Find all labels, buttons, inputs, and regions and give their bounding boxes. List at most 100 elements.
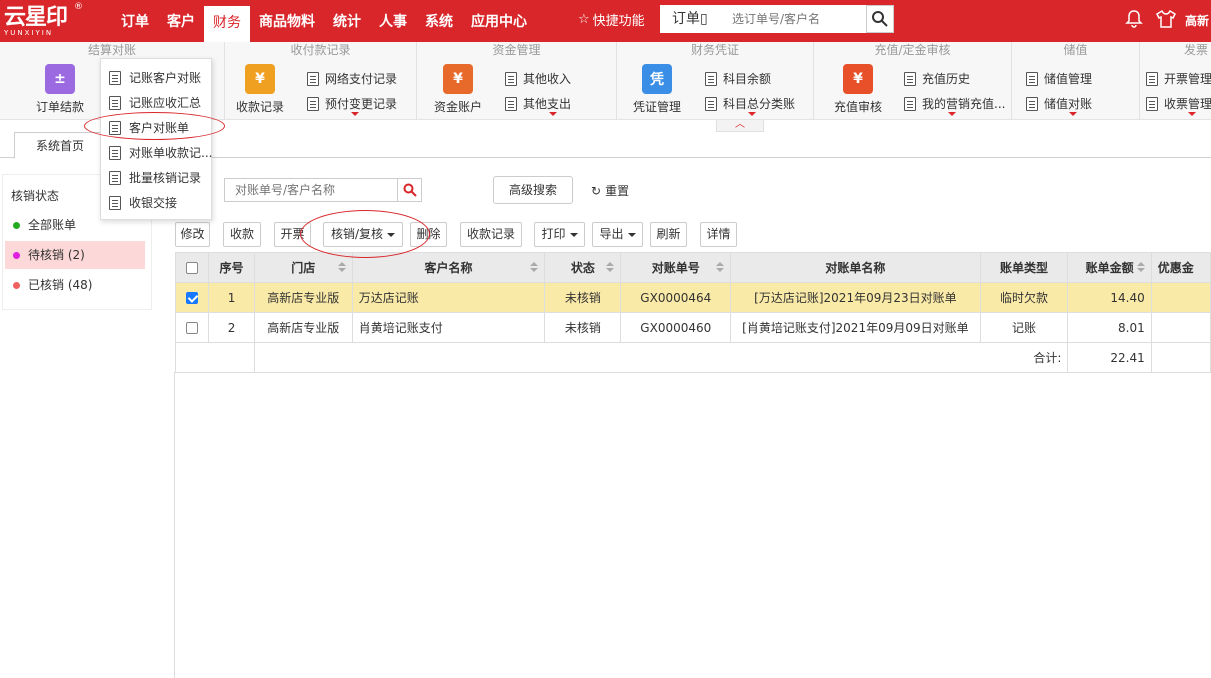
menu-item-cashier-handover[interactable]: 收银交接 [109,194,177,211]
bill-search-input[interactable] [224,178,398,202]
bill-search-button[interactable] [397,178,422,202]
reset-button[interactable]: ↻ 重置 [591,182,629,199]
calculator-icon: ± [45,64,75,94]
stored-value-reconcile-button[interactable]: 储值对账 [1026,95,1092,112]
menu-item-account-reconcile[interactable]: 记账客户对账 [109,69,201,86]
chevron-down-icon[interactable] [549,112,557,116]
select-all-checkbox[interactable] [186,262,199,274]
chevron-down-icon[interactable] [948,112,956,116]
print-label: 打印 [541,227,566,241]
menu-products[interactable]: 商品物料 [250,0,324,42]
edit-button[interactable]: 修改 [175,222,210,247]
sort-icon[interactable] [530,262,539,272]
bell-icon[interactable] [1125,9,1143,29]
my-marketing-recharge-button[interactable]: 我的营销充值... [904,95,1005,112]
refresh-button[interactable]: 刷新 [650,222,687,247]
recharge-history-button[interactable]: 充值历史 [904,70,970,87]
voucher-mgmt-button[interactable]: 凭 凭证管理 [627,64,687,115]
print-dropdown[interactable]: 打印 [534,222,585,247]
sort-icon[interactable] [606,262,615,272]
logo: 云星印 YUNXIYIN ® [0,0,100,42]
status-dot-icon [13,281,20,289]
col-header-amount[interactable]: 账单金额 [1067,252,1152,283]
receipt-mgmt-button[interactable]: 收票管理 [1146,95,1211,112]
menu-orders[interactable]: 订单 [112,0,158,42]
row-checkbox[interactable] [186,292,199,304]
group-title: 财务凭证 [690,43,739,57]
menu-finance[interactable]: 财务 [204,6,250,42]
table-header-row: 序号 门店 客户名称 状态 对账单号 对账单名称 账单类型 账单金额 优惠金 [174,252,1211,283]
col-header-bill-name: 对账单名称 [730,252,981,283]
menu-item-receivable-summary[interactable]: 记账应收汇总 [109,94,201,111]
cell-customer: 肖黄培记账支付 [351,312,546,343]
menu-hr[interactable]: 人事 [370,0,416,42]
menu-item-label: 对账单收款记... [129,146,213,160]
chevron-down-icon[interactable] [1069,112,1077,116]
order-settle-button[interactable]: ± 订单结款 [30,64,90,115]
other-income-label: 其他收入 [523,72,572,86]
quick-functions-button[interactable]: ☆ 快捷功能 [578,10,645,29]
document-icon [109,95,121,110]
sort-icon[interactable] [716,262,725,272]
stored-value-mgmt-button[interactable]: 储值管理 [1026,70,1092,87]
collect-button[interactable]: 收款 [223,222,261,247]
col-header-bill-no[interactable]: 对账单号 [620,252,732,283]
other-expense-button[interactable]: 其他支出 [505,95,571,112]
money-person-icon: ¥ [843,64,873,94]
menu-system[interactable]: 系统 [416,0,462,42]
status-dot-icon [13,251,20,259]
other-income-button[interactable]: 其他收入 [505,70,571,87]
other-expense-label: 其他支出 [523,97,572,111]
export-dropdown[interactable]: 导出 [592,222,643,247]
chevron-down-icon[interactable] [1188,112,1196,116]
net-pay-record-button[interactable]: 网络支付记录 [307,70,397,87]
cell-bill-no: GX0000464 [620,282,732,313]
document-icon [307,96,319,111]
subject-ledger-button[interactable]: 科目总分类账 [705,95,795,112]
col-header-label: 客户名称 [424,261,473,275]
recharge-review-button[interactable]: ¥ 充值审核 [828,64,888,115]
receipt-history-button[interactable]: 收款记录 [460,222,522,247]
col-header-status[interactable]: 状态 [544,252,622,283]
details-button[interactable]: 详情 [700,222,737,247]
stored-value-mgmt-label: 储值管理 [1044,72,1093,86]
shirt-icon[interactable] [1155,9,1177,29]
chevron-down-icon[interactable] [748,112,756,116]
quick-search-button[interactable] [866,5,894,33]
invoice-mgmt-button[interactable]: 开票管理 [1146,70,1211,87]
quick-search-input[interactable] [724,5,866,33]
row-checkbox[interactable] [186,322,199,334]
reset-label: 重置 [605,184,630,198]
ribbon-collapse-button[interactable]: ︿ [716,120,764,132]
total-spacer [174,342,209,373]
sort-icon[interactable] [1136,262,1145,272]
export-label: 导出 [599,227,624,241]
sort-icon[interactable] [337,262,346,272]
subject-balance-button[interactable]: 科目余额 [705,70,771,87]
menu-app-center[interactable]: 应用中心 [462,0,536,42]
menu-item-batch-verify-records[interactable]: 批量核销记录 [109,169,201,186]
advanced-search-button[interactable]: 高级搜索 [493,176,573,204]
menu-item-statement-receipts[interactable]: 对账单收款记... [109,144,212,161]
filter-verified[interactable]: 已核销 (48) [5,271,145,299]
chevron-down-icon[interactable] [351,112,359,116]
document-icon [109,195,121,210]
group-title: 收付款记录 [290,43,351,57]
menu-statistics[interactable]: 统计 [324,0,370,42]
tab-home[interactable]: 系统首页 [14,132,106,159]
col-header-label: 对账单号 [651,261,700,275]
menu-customers[interactable]: 客户 [158,0,204,42]
user-name[interactable]: 高新 [1185,12,1209,29]
document-icon [1026,71,1038,86]
document-icon [109,170,121,185]
col-header-store[interactable]: 门店 [253,252,353,283]
cell-discount [1150,312,1211,343]
receipt-record-button[interactable]: ¥ 收款记录 [230,64,290,115]
table-row[interactable]: 1 高新店专业版 万达店记账 未核销 GX0000464 [万达店记账]2021… [174,282,1211,313]
quick-search-type-select[interactable]: 订单▯ [660,5,724,33]
fund-account-button[interactable]: ¥ 资金账户 [428,64,488,115]
prepay-change-button[interactable]: 预付变更记录 [307,95,397,112]
order-settle-label: 订单结款 [35,100,84,114]
filter-pending[interactable]: 待核销 (2) [5,241,145,269]
table-row[interactable]: 2 高新店专业版 肖黄培记账支付 未核销 GX0000460 [肖黄培记账支付]… [174,312,1211,343]
